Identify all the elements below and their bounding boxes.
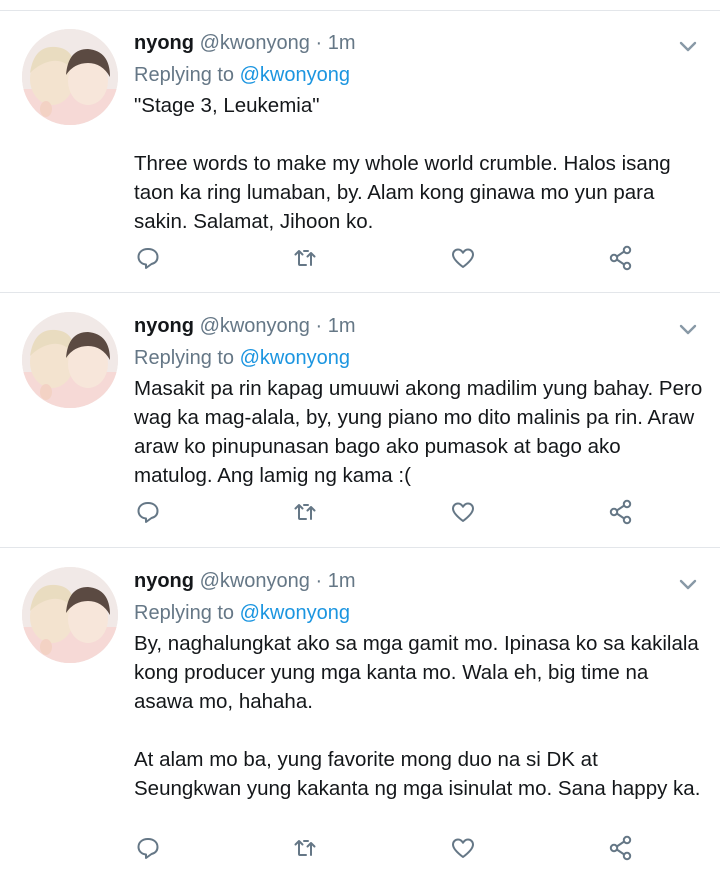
display-name[interactable]: nyong — [134, 32, 194, 54]
retweet-icon[interactable] — [291, 834, 319, 862]
share-icon[interactable] — [607, 244, 635, 272]
tweet-header: nyong @kwonyong · 1m — [134, 314, 356, 338]
tweet-text: Masakit pa rin kapag umuuwi akong madili… — [134, 374, 704, 490]
action-bar — [134, 498, 654, 526]
replying-to-label: Replying to — [134, 602, 240, 624]
action-bar — [134, 834, 654, 862]
replying-to-label: Replying to — [134, 347, 240, 369]
reply-icon[interactable] — [134, 244, 162, 272]
replying-to: Replying to @kwonyong — [134, 62, 350, 88]
tweet-paragraph: "Stage 3, Leukemia" — [134, 94, 320, 117]
tweet-paragraph: By, naghalungkat ako sa mga gamit mo. Ip… — [134, 632, 699, 713]
avatar[interactable] — [22, 567, 118, 663]
tweet-header: nyong @kwonyong · 1m — [134, 569, 356, 593]
reply-icon[interactable] — [134, 498, 162, 526]
tweet-divider — [0, 292, 720, 293]
heart-icon[interactable] — [449, 834, 477, 862]
replying-to-mention[interactable]: @kwonyong — [240, 602, 350, 624]
timestamp[interactable]: 1m — [328, 570, 356, 592]
tweet-divider — [0, 547, 720, 548]
replying-to-label: Replying to — [134, 64, 240, 86]
retweet-icon[interactable] — [291, 244, 319, 272]
tweet[interactable]: nyong @kwonyong · 1m Replying to @kwonyo… — [0, 549, 720, 883]
share-icon[interactable] — [607, 834, 635, 862]
display-name[interactable]: nyong — [134, 315, 194, 337]
replying-to-mention[interactable]: @kwonyong — [240, 347, 350, 369]
tweet-header: nyong @kwonyong · 1m — [134, 31, 356, 55]
action-bar — [134, 244, 654, 272]
separator-dot: · — [315, 315, 323, 337]
handle[interactable]: @kwonyong — [200, 32, 310, 54]
handle[interactable]: @kwonyong — [200, 570, 310, 592]
share-icon[interactable] — [607, 498, 635, 526]
tweet-paragraph: Masakit pa rin kapag umuuwi akong madili… — [134, 377, 703, 487]
replying-to-mention[interactable]: @kwonyong — [240, 64, 350, 86]
chevron-down-icon[interactable] — [676, 320, 700, 340]
heart-icon[interactable] — [449, 244, 477, 272]
retweet-icon[interactable] — [291, 498, 319, 526]
separator-dot: · — [315, 570, 323, 592]
timestamp[interactable]: 1m — [328, 315, 356, 337]
separator-dot: · — [315, 32, 323, 54]
replying-to: Replying to @kwonyong — [134, 345, 350, 371]
tweet-paragraph: Three words to make my whole world crumb… — [134, 152, 671, 233]
avatar[interactable] — [22, 29, 118, 125]
tweet[interactable]: nyong @kwonyong · 1m Replying to @kwonyo… — [0, 294, 720, 548]
reply-icon[interactable] — [134, 834, 162, 862]
handle[interactable]: @kwonyong — [200, 315, 310, 337]
chevron-down-icon[interactable] — [676, 37, 700, 57]
chevron-down-icon[interactable] — [676, 575, 700, 595]
replying-to: Replying to @kwonyong — [134, 600, 350, 626]
heart-icon[interactable] — [449, 498, 477, 526]
tweet-paragraph: At alam mo ba, yung favorite mong duo na… — [134, 748, 701, 800]
timestamp[interactable]: 1m — [328, 32, 356, 54]
tweet-text: "Stage 3, Leukemia" Three words to make … — [134, 91, 704, 236]
avatar[interactable] — [22, 312, 118, 408]
display-name[interactable]: nyong — [134, 570, 194, 592]
tweet-text: By, naghalungkat ako sa mga gamit mo. Ip… — [134, 629, 704, 803]
tweet[interactable]: nyong @kwonyong · 1m Replying to @kwonyo… — [0, 11, 720, 293]
